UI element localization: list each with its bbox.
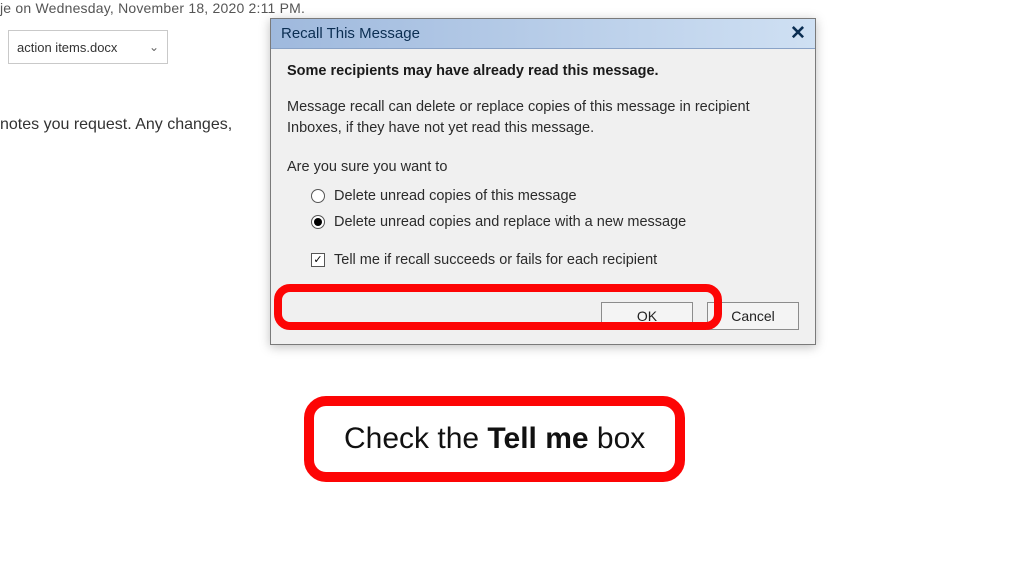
dialog-button-row: OK Cancel [271,280,815,344]
close-icon[interactable]: ✕ [787,23,809,45]
ok-button[interactable]: OK [601,302,693,330]
option-delete-label: Delete unread copies of this message [334,188,577,204]
option-replace-message[interactable]: Delete unread copies and replace with a … [311,214,799,230]
dialog-explanation: Message recall can delete or replace cop… [287,97,799,139]
radio-icon[interactable] [311,189,325,203]
tell-me-label: Tell me if recall succeeds or fails for … [334,252,657,268]
dialog-title: Recall This Message [281,25,420,42]
recall-message-dialog: Recall This Message ✕ Some recipients ma… [270,18,816,345]
callout-post: box [589,422,646,455]
option-delete-unread[interactable]: Delete unread copies of this message [311,188,799,204]
email-timestamp-fragment: je on Wednesday, November 18, 2020 2:11 … [0,0,305,16]
dialog-prompt: Are you sure you want to [287,157,799,178]
option-replace-label: Delete unread copies and replace with a … [334,214,686,230]
attachment-chip[interactable]: action items.docx ⌄ [8,30,168,64]
instruction-callout: Check the Tell me box [304,396,685,482]
email-body-fragment: notes you request. Any changes, [0,116,232,134]
tell-me-checkbox-row[interactable]: ✓ Tell me if recall succeeds or fails fo… [311,252,799,268]
radio-icon-selected[interactable] [311,215,325,229]
callout-bold: Tell me [487,422,588,455]
callout-pre: Check the [344,422,487,455]
attachment-filename: action items.docx [17,40,117,55]
dialog-body: Some recipients may have already read th… [271,49,815,280]
cancel-button[interactable]: Cancel [707,302,799,330]
chevron-down-icon[interactable]: ⌄ [149,40,159,54]
checkbox-checked-icon[interactable]: ✓ [311,253,325,267]
dialog-warning: Some recipients may have already read th… [287,63,799,79]
dialog-titlebar: Recall This Message ✕ [271,19,815,49]
